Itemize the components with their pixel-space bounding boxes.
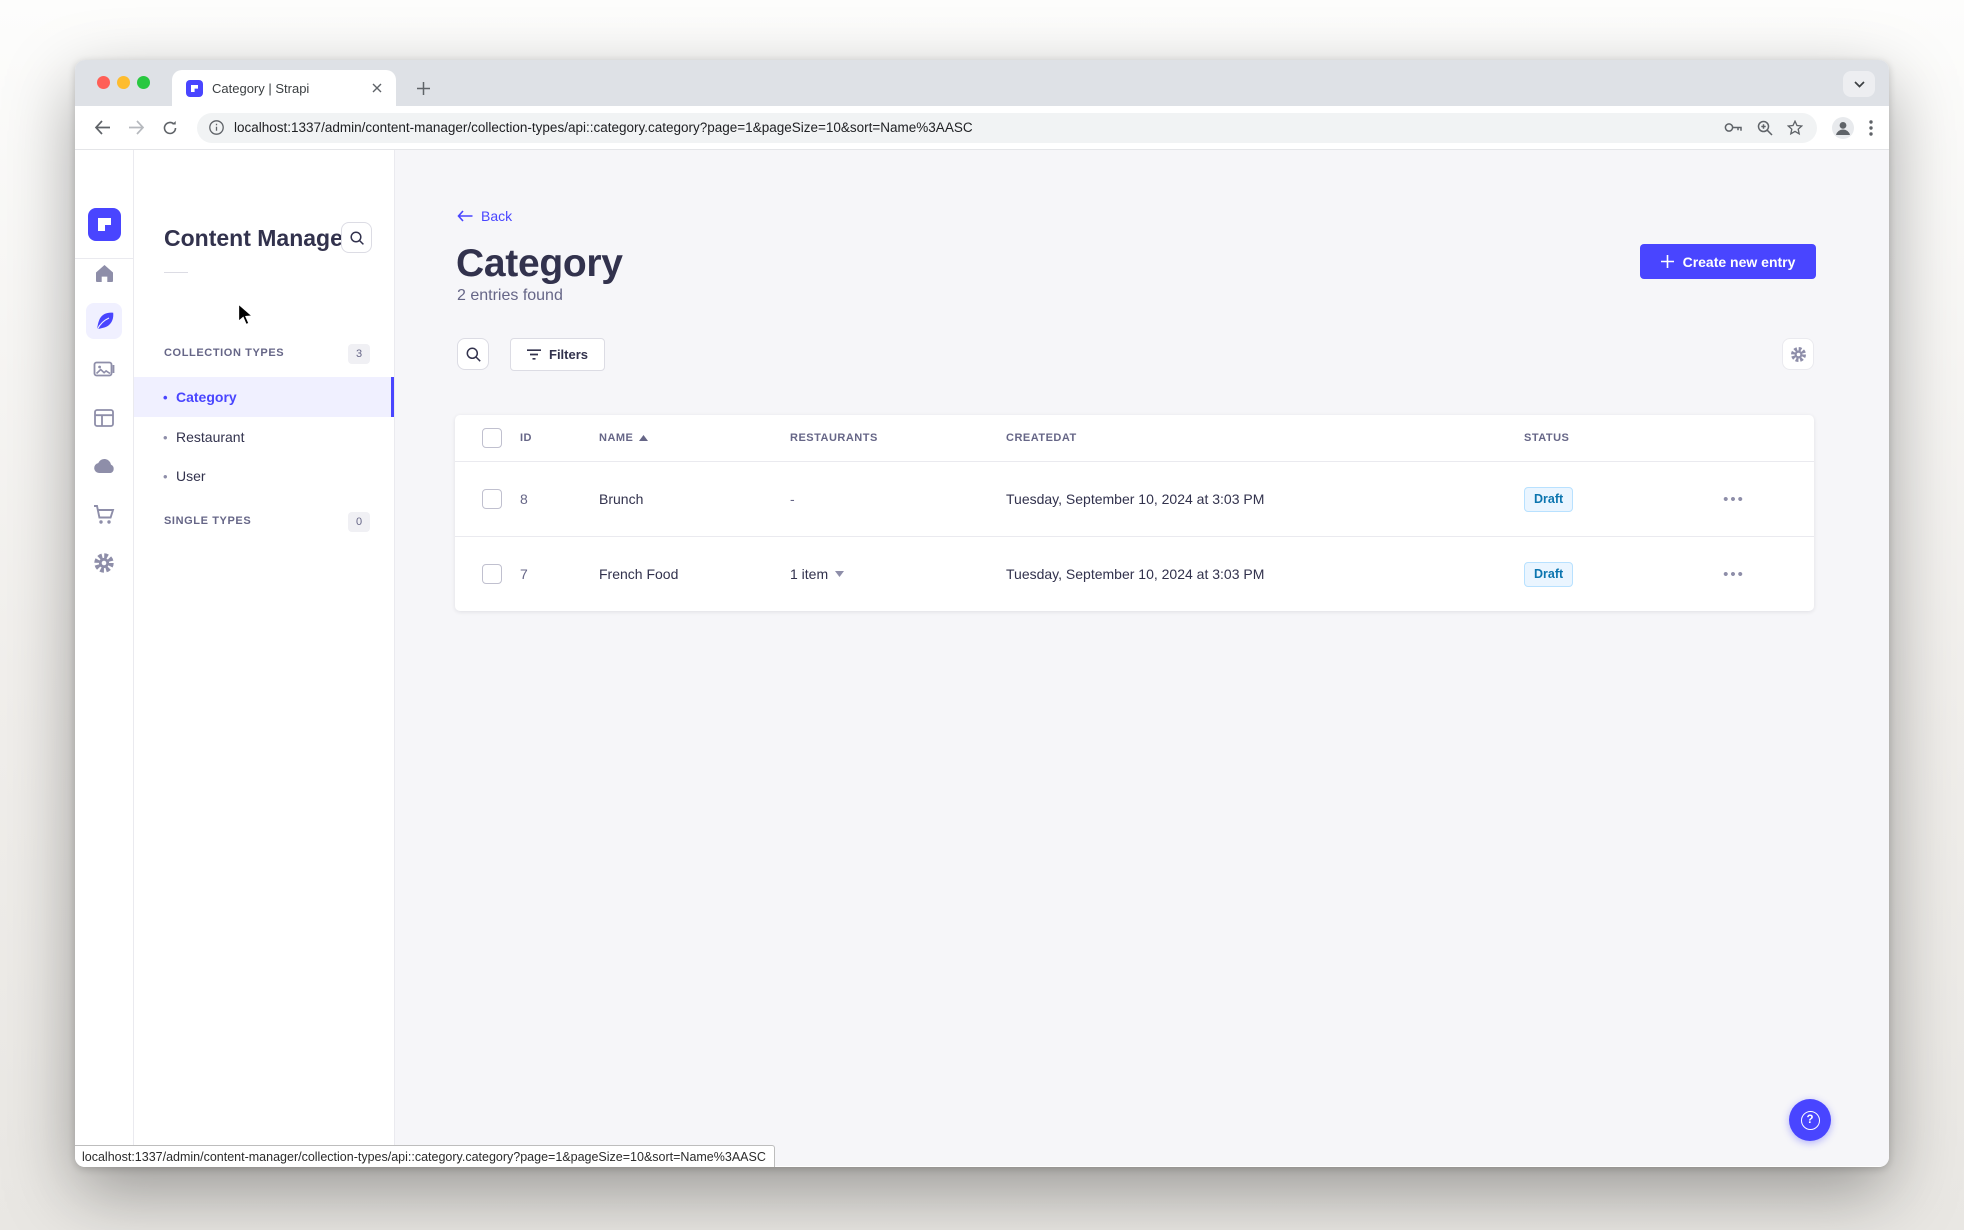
strapi-favicon: [186, 79, 203, 97]
sidebar-item-restaurant[interactable]: • Restaurant: [134, 417, 394, 457]
back-link[interactable]: Back: [457, 208, 512, 224]
browser-toolbar: localhost:1337/admin/content-manager/col…: [75, 106, 1889, 150]
tab-close-icon[interactable]: [368, 79, 386, 97]
strapi-admin: KD Content Manager COLLECTION TYPES 3 • …: [75, 150, 1889, 1167]
cell-restaurants: 1 item: [790, 566, 829, 582]
content-manager-subnav: Content Manager COLLECTION TYPES 3 • Cat…: [134, 150, 395, 1166]
filters-button[interactable]: Filters: [510, 338, 606, 371]
main-nav-rail: KD: [75, 150, 134, 1167]
chevron-down-icon: [835, 571, 845, 577]
status-badge: Draft: [1524, 561, 1574, 587]
tab-search-chevron-icon[interactable]: [1843, 71, 1875, 97]
filter-icon: [527, 349, 541, 360]
entries-table: ID NAME RESTAURANTS CREATEDAT STATUS 8 B…: [455, 415, 1814, 611]
profile-avatar-icon[interactable]: [1831, 116, 1855, 140]
filters-label: Filters: [549, 347, 589, 362]
tab-strip: Category | Strapi: [75, 60, 1889, 106]
row-checkbox[interactable]: [482, 489, 502, 509]
column-header-name[interactable]: NAME: [599, 432, 790, 444]
back-arrow-icon: [457, 210, 473, 222]
table-search-button[interactable]: [457, 338, 489, 370]
select-all-checkbox[interactable]: [482, 428, 502, 448]
table-row[interactable]: 7 French Food 1 item Tuesday, September …: [455, 536, 1814, 611]
table-row[interactable]: 8 Brunch - Tuesday, September 10, 2024 a…: [455, 461, 1814, 536]
back-nav-icon[interactable]: [87, 113, 117, 143]
strapi-logo[interactable]: [88, 208, 121, 241]
marketplace-cart-icon[interactable]: [86, 497, 122, 533]
sidebar-item-user[interactable]: • User: [134, 456, 394, 496]
back-label: Back: [481, 208, 513, 224]
url-bar[interactable]: localhost:1337/admin/content-manager/col…: [197, 112, 1817, 143]
cell-name: French Food: [599, 566, 679, 582]
new-tab-button[interactable]: [409, 74, 437, 102]
zoom-icon[interactable]: [1757, 120, 1773, 136]
column-header-status[interactable]: STATUS: [1524, 432, 1718, 444]
question-mark-icon: ?: [1800, 1110, 1820, 1130]
minimize-window-button[interactable]: [117, 76, 130, 89]
sidebar-item-label: User: [176, 468, 206, 484]
bullet-icon: •: [163, 389, 168, 405]
column-header-createdat[interactable]: CREATEDAT: [1006, 432, 1524, 444]
help-button[interactable]: ?: [1789, 1099, 1831, 1141]
content-type-builder-icon[interactable]: [86, 400, 122, 436]
home-icon[interactable]: [86, 255, 122, 291]
page-title: Category: [456, 242, 623, 285]
row-checkbox[interactable]: [482, 564, 502, 584]
sidebar-item-category[interactable]: • Category: [134, 377, 394, 417]
entries-count: 2 entries found: [457, 287, 563, 304]
single-types-label: SINGLE TYPES: [164, 515, 252, 527]
relation-count-dropdown[interactable]: 1 item: [790, 566, 1006, 582]
create-new-entry-button[interactable]: Create new entry: [1640, 244, 1816, 279]
reload-icon[interactable]: [155, 113, 185, 143]
table-header-row: ID NAME RESTAURANTS CREATEDAT STATUS: [455, 415, 1814, 461]
subnav-title: Content Manager: [164, 225, 352, 251]
collection-types-label: COLLECTION TYPES: [164, 347, 285, 359]
bullet-icon: •: [163, 429, 168, 445]
cell-restaurants: -: [790, 491, 795, 507]
bullet-icon: •: [163, 468, 168, 484]
cell-id: 7: [520, 566, 528, 582]
cell-createdat: Tuesday, September 10, 2024 at 3:03 PM: [1006, 491, 1265, 507]
collection-types-count-badge: 3: [348, 344, 370, 364]
cloud-icon[interactable]: [86, 448, 122, 484]
close-window-button[interactable]: [97, 76, 110, 89]
browser-tab[interactable]: Category | Strapi: [172, 70, 396, 106]
sidebar-item-label: Category: [176, 389, 237, 405]
column-header-restaurants[interactable]: RESTAURANTS: [790, 432, 1006, 444]
row-actions-menu-icon[interactable]: •••: [1718, 566, 1750, 583]
status-badge: Draft: [1524, 486, 1574, 512]
maximize-window-button[interactable]: [137, 76, 150, 89]
url-text: localhost:1337/admin/content-manager/col…: [234, 120, 973, 135]
single-types-count-badge: 0: [348, 512, 370, 532]
content-manager-icon[interactable]: [86, 303, 122, 339]
status-bar: localhost:1337/admin/content-manager/col…: [75, 1145, 775, 1167]
cell-createdat: Tuesday, September 10, 2024 at 3:03 PM: [1006, 566, 1265, 582]
cell-id: 8: [520, 491, 528, 507]
sort-ascending-icon: [639, 435, 649, 441]
row-actions-menu-icon[interactable]: •••: [1718, 491, 1750, 508]
media-library-icon[interactable]: [86, 351, 122, 387]
browser-menu-icon[interactable]: [1869, 119, 1873, 136]
create-new-entry-label: Create new entry: [1682, 253, 1796, 270]
subnav-divider: [164, 272, 188, 273]
table-settings-button[interactable]: [1782, 338, 1814, 370]
main-content: Back Category 2 entries found Create new…: [395, 150, 1889, 1166]
bookmark-star-icon[interactable]: [1787, 119, 1803, 136]
browser-window: Category | Strapi localhost:1337/admin/c…: [75, 60, 1889, 1167]
forward-nav-icon[interactable]: [121, 113, 151, 143]
subnav-search-button[interactable]: [341, 222, 372, 253]
column-header-id[interactable]: ID: [520, 432, 599, 444]
plus-icon: [1660, 255, 1674, 268]
password-key-icon[interactable]: [1724, 121, 1743, 134]
status-bar-url: localhost:1337/admin/content-manager/col…: [82, 1149, 766, 1164]
column-header-name-label: NAME: [599, 432, 634, 444]
sidebar-item-label: Restaurant: [176, 429, 245, 445]
settings-gear-icon[interactable]: [86, 545, 122, 581]
cell-name: Brunch: [599, 491, 644, 507]
tab-title: Category | Strapi: [212, 80, 310, 96]
